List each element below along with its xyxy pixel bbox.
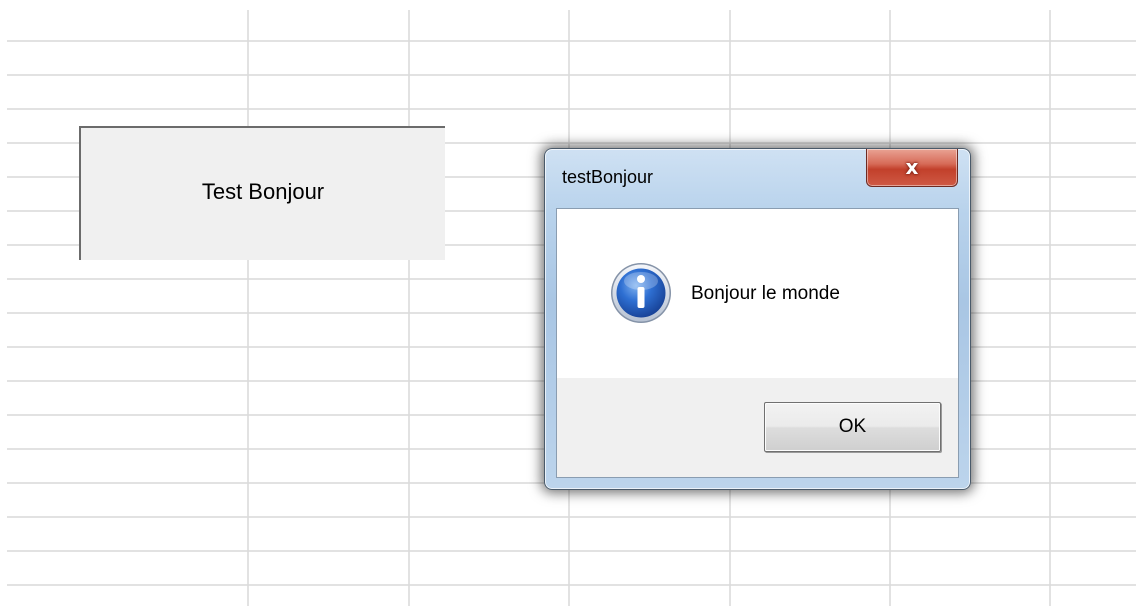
close-icon: x: [905, 154, 919, 179]
close-button[interactable]: x: [866, 149, 958, 187]
message-box-dialog: testBonjour x Bonjour le monde OK: [544, 148, 971, 490]
test-bonjour-button-label: Test Bonjour: [201, 179, 325, 204]
test-bonjour-button[interactable]: Test Bonjour: [79, 126, 445, 260]
information-icon: [611, 263, 671, 323]
dialog-client-area: Bonjour le monde OK: [556, 208, 959, 478]
dialog-button-area: OK: [557, 378, 958, 477]
ok-button[interactable]: OK: [764, 402, 941, 452]
message-area: Bonjour le monde: [557, 209, 958, 378]
message-text: Bonjour le monde: [691, 283, 840, 304]
ok-button-label: OK: [838, 416, 867, 437]
dialog-title: testBonjour: [562, 167, 654, 187]
spreadsheet-window: Test Bonjour testBonjour x Bonjour le mo…: [0, 0, 1136, 606]
